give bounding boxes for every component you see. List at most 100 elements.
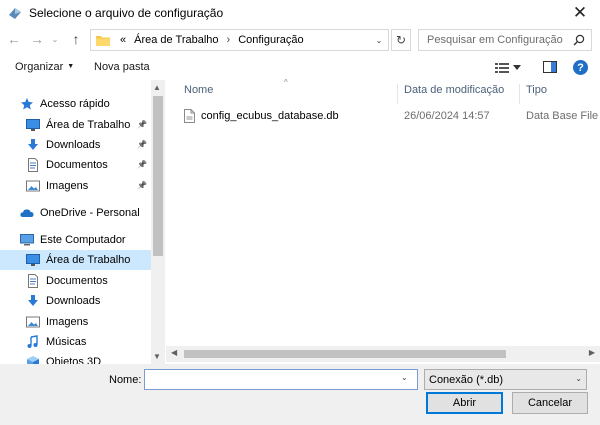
address-dropdown-button[interactable]: ⌄ [372, 33, 386, 47]
file-row[interactable]: config_ecubus_database.db 26/06/2024 14:… [180, 106, 600, 126]
help-icon[interactable]: ? [573, 60, 588, 75]
address-bar[interactable]: « Área de Trabalho › Configuração ⌄ [90, 29, 389, 51]
sidebar-item-label: Este Computador [40, 234, 126, 246]
chevron-down-icon: ⌄ [575, 374, 582, 383]
forward-button[interactable]: → [27, 29, 47, 49]
column-header-name[interactable]: Nome [184, 84, 213, 104]
search-icon [573, 34, 585, 46]
file-name: config_ecubus_database.db [201, 110, 339, 122]
sort-ascending-icon: ^ [284, 78, 288, 87]
sidebar-item[interactable]: Área de Trabalho [0, 250, 151, 270]
breadcrumb-separator-icon[interactable]: › [227, 34, 231, 46]
command-bar: Organizar ▼ Nova pasta ? [0, 56, 600, 80]
open-button[interactable]: Abrir [426, 392, 503, 414]
caret-down-icon: ▼ [67, 63, 75, 70]
refresh-button[interactable]: ↻ [391, 29, 411, 51]
sidebar-item[interactable]: Objetos 3D [0, 352, 151, 364]
sidebar-item-label: Downloads [46, 295, 101, 307]
preview-pane-button[interactable] [543, 61, 557, 73]
back-button[interactable]: ← [4, 29, 24, 49]
cloud-icon [20, 206, 34, 220]
sidebar-item[interactable]: Acesso rápido [0, 94, 151, 114]
sidebar-item-label: Músicas [46, 336, 87, 348]
computer-icon [20, 233, 34, 247]
navigation-pane: Acesso rápido Área de Trabalho 📌 Downloads 📌… [0, 80, 165, 364]
image-icon [26, 179, 40, 193]
sidebar-item[interactable]: Área de Trabalho 📌 [0, 115, 151, 135]
organize-button[interactable]: Organizar ▼ [15, 61, 74, 73]
column-header-modified[interactable]: Data de modificação [404, 84, 504, 104]
star-icon [20, 97, 34, 111]
breadcrumb-configuracao[interactable]: Configuração [238, 34, 303, 46]
file-name-label: Nome: [109, 374, 142, 386]
sidebar-item-label: Documentos [46, 275, 108, 287]
dialog-footer: Nome: ⌄ Conexão (*.db) ⌄ Abrir Cancelar [0, 364, 600, 425]
new-folder-button[interactable]: Nova pasta [94, 61, 150, 73]
sidebar-item[interactable]: Documentos [0, 271, 151, 291]
arrow-right-icon: → [30, 31, 44, 47]
sidebar-item[interactable]: OneDrive - Personal [0, 203, 151, 223]
sidebar-item[interactable]: Este Computador [0, 230, 151, 250]
navigation-scrollbar[interactable]: ▲ ▼ [151, 80, 165, 364]
desktop-icon [26, 118, 40, 132]
column-divider[interactable] [397, 84, 398, 104]
sidebar-item[interactable]: Documentos 📌 [0, 155, 151, 175]
file-type: Data Base File [526, 110, 599, 122]
sidebar-item-label: Objetos 3D [46, 356, 102, 364]
sidebar-item[interactable]: Imagens [0, 312, 151, 332]
db-file-icon [184, 109, 195, 123]
cube-icon [26, 355, 40, 364]
column-header-type[interactable]: Tipo [526, 84, 547, 104]
sidebar-item-label: Área de Trabalho [46, 119, 131, 131]
column-divider[interactable] [519, 84, 520, 104]
sidebar-item-label: Área de Trabalho [46, 254, 131, 266]
sidebar-item[interactable]: Músicas [0, 332, 151, 352]
sidebar-item[interactable]: Downloads 📌 [0, 135, 151, 155]
scroll-right-icon[interactable]: ▶ [589, 348, 595, 357]
sidebar-item-label: OneDrive - Personal [40, 207, 140, 219]
scroll-up-icon[interactable]: ▲ [153, 83, 161, 92]
title-bar: Selecione o arquivo de configuração ✕ [0, 0, 600, 26]
caret-down-icon [513, 65, 521, 70]
document-icon [26, 274, 40, 288]
change-view-button[interactable] [495, 60, 527, 76]
download-icon [26, 294, 40, 308]
image-icon [26, 315, 40, 329]
breadcrumb-overflow[interactable]: « [120, 34, 126, 46]
file-type-value: Conexão (*.db) [429, 374, 503, 386]
pin-icon: 📌 [137, 160, 147, 169]
app-icon [9, 8, 21, 19]
scroll-down-icon[interactable]: ▼ [153, 352, 161, 361]
sidebar-item[interactable]: Downloads [0, 291, 151, 311]
pin-icon: 📌 [137, 181, 147, 190]
chevron-down-icon: ⌄ [375, 35, 383, 45]
breadcrumb-desktop[interactable]: Área de Trabalho [134, 34, 218, 46]
chevron-down-icon[interactable]: ⌄ [401, 373, 408, 382]
sidebar-item[interactable]: Imagens 📌 [0, 176, 151, 196]
close-button[interactable]: ✕ [560, 0, 600, 26]
search-box[interactable]: Pesquisar em Configuração [418, 29, 592, 51]
recent-locations-button[interactable]: ⌄ [48, 29, 62, 49]
breadcrumb: « Área de Trabalho › Configuração [120, 34, 304, 46]
scrollbar-thumb[interactable] [153, 96, 163, 256]
desktop-icon [26, 253, 40, 267]
file-name-input[interactable] [144, 369, 418, 390]
scroll-left-icon[interactable]: ◀ [171, 348, 177, 357]
organize-label: Organizar [15, 61, 64, 73]
horizontal-scrollbar[interactable]: ◀ ▶ [166, 346, 600, 362]
file-type-select[interactable]: Conexão (*.db) ⌄ [424, 369, 587, 390]
pin-icon: 📌 [137, 120, 147, 129]
sidebar-item-label: Imagens [46, 180, 89, 192]
document-icon [26, 158, 40, 172]
chevron-down-icon: ⌄ [51, 34, 59, 44]
cancel-button[interactable]: Cancelar [512, 392, 588, 414]
scrollbar-thumb[interactable] [184, 350, 506, 358]
sidebar-item-label: Imagens [46, 316, 89, 328]
search-input[interactable]: Pesquisar em Configuração [427, 34, 563, 46]
pin-icon: 📌 [137, 140, 147, 149]
sidebar-item-label: Documentos [46, 159, 108, 171]
download-icon [26, 138, 40, 152]
file-list: ^ Nome Data de modificação Tipo config_e… [166, 78, 600, 364]
folder-icon [96, 36, 110, 46]
up-button[interactable]: ↑ [66, 29, 86, 49]
